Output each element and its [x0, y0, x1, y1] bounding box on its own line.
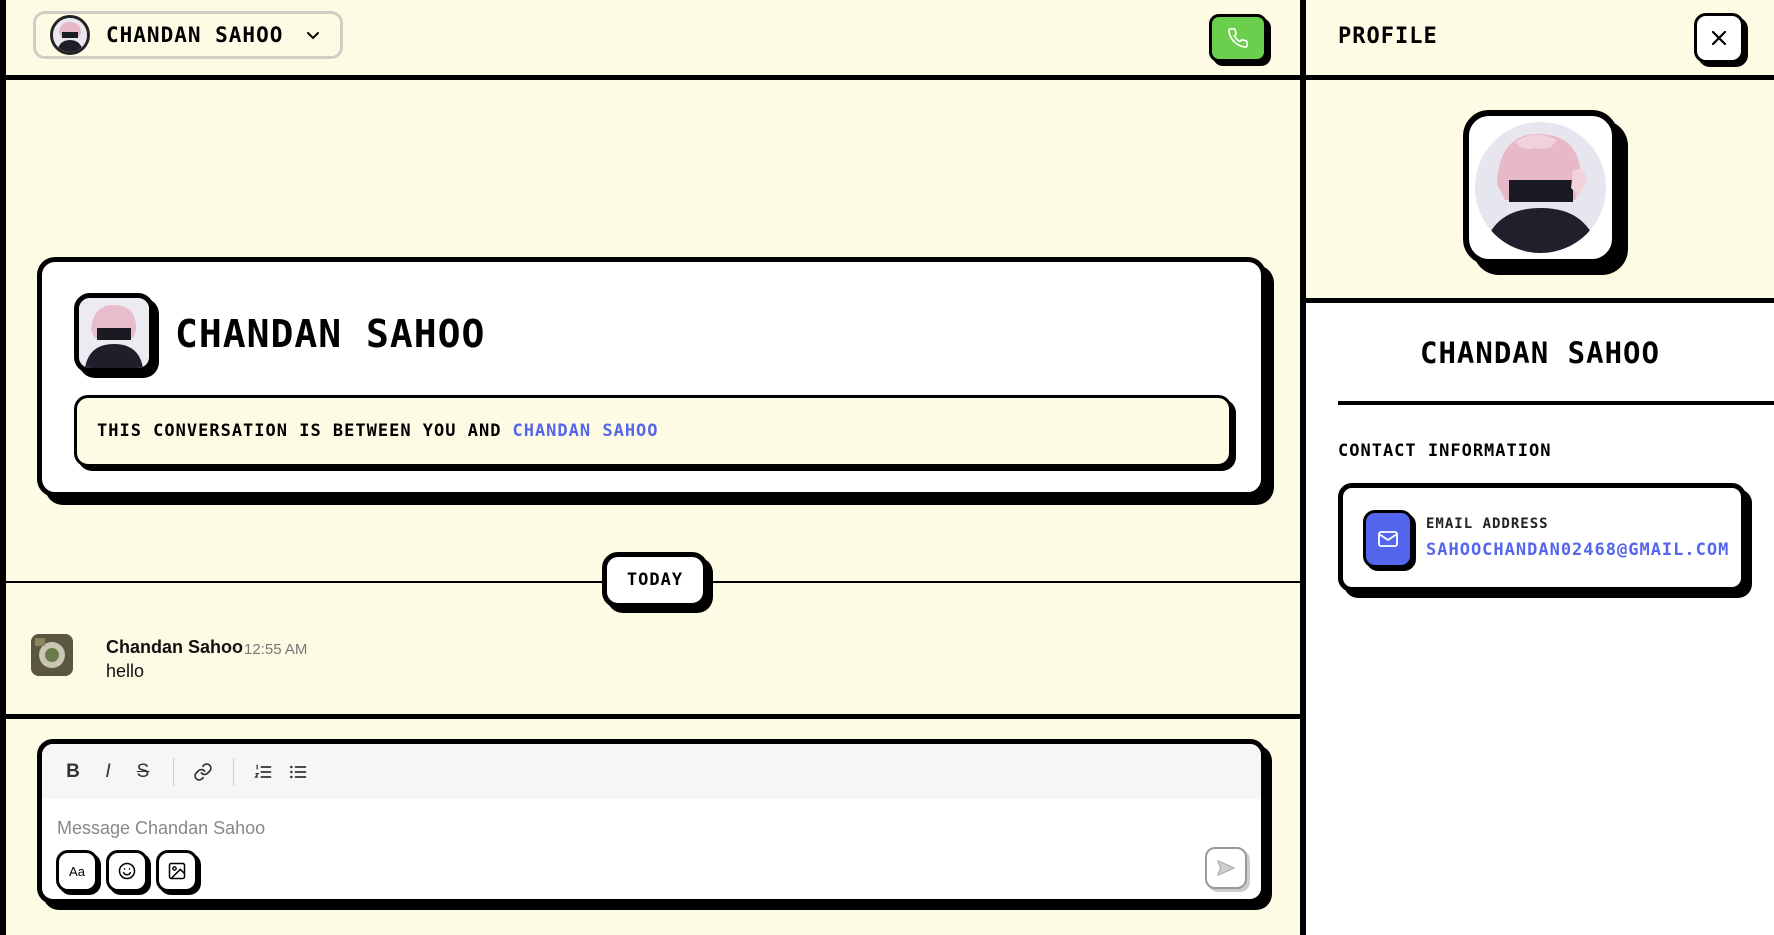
email-contact-card: EMAIL ADDRESS SAHOOCHANDAN02468@GMAIL.CO…: [1338, 483, 1746, 592]
chat-panel: CHANDAN SAHOO CHANDAN SAHOO THIS CONVERS…: [0, 0, 1306, 935]
call-button[interactable]: [1209, 14, 1267, 62]
image-upload-button[interactable]: [156, 850, 198, 892]
email-label: EMAIL ADDRESS: [1426, 516, 1549, 532]
link-icon: [194, 762, 212, 781]
intro-user-link[interactable]: CHANDAN SAHOO: [512, 421, 658, 441]
format-toggle-label: Aa: [69, 863, 85, 879]
intro-note: THIS CONVERSATION IS BETWEEN YOU AND CHA…: [74, 395, 1232, 467]
strikethrough-icon: S: [136, 760, 150, 782]
ordered-list-icon: [254, 764, 272, 778]
user-switcher[interactable]: CHANDAN SAHOO: [33, 11, 343, 59]
message-text: hello: [106, 661, 145, 681]
divider: [1338, 401, 1774, 405]
intro-name: CHANDAN SAHOO: [175, 312, 486, 356]
message-input[interactable]: [57, 814, 1237, 842]
bold-button[interactable]: B: [58, 757, 88, 787]
bullet-list-icon: [290, 765, 307, 778]
bold-icon: B: [66, 760, 80, 782]
close-icon: [1711, 30, 1727, 46]
profile-name: CHANDAN SAHOO: [1420, 336, 1660, 370]
chat-header: CHANDAN SAHOO: [6, 0, 1300, 80]
date-pill: TODAY: [602, 552, 708, 608]
profile-avatar-frame: [1463, 110, 1618, 265]
message-author[interactable]: Chandan Sahoo: [106, 637, 243, 658]
emoji-icon: [118, 862, 136, 880]
format-toolbar: B I S: [42, 744, 1261, 799]
contact-heading: CONTACT INFORMATION: [1338, 441, 1552, 461]
phone-icon: [1228, 28, 1248, 48]
send-icon: [1217, 860, 1235, 876]
bullet-list-button[interactable]: [283, 757, 313, 787]
avatar: [1475, 122, 1606, 253]
chevron-down-icon: [307, 32, 320, 40]
link-button[interactable]: [188, 757, 218, 787]
avatar[interactable]: [31, 634, 73, 676]
mail-icon-box: [1363, 510, 1413, 568]
profile-title: PROFILE: [1338, 24, 1438, 49]
intro-note-text: THIS CONVERSATION IS BETWEEN YOU AND: [97, 421, 502, 441]
toolbar-separator: [173, 757, 174, 786]
avatar: [50, 15, 90, 55]
profile-panel: PROFILE CHANDAN SAHOO CONTACT INFORMATIO…: [1306, 0, 1774, 935]
italic-icon: I: [105, 760, 111, 782]
conversation-intro-card: CHANDAN SAHOO THIS CONVERSATION IS BETWE…: [37, 257, 1266, 497]
close-button[interactable]: [1694, 13, 1744, 63]
format-toggle-button[interactable]: Aa: [56, 850, 98, 892]
message-time: 12:55 AM: [244, 641, 308, 658]
user-name: CHANDAN SAHOO: [106, 23, 284, 47]
email-link[interactable]: SAHOOCHANDAN02468@GMAIL.COM: [1426, 540, 1729, 560]
profile-header: PROFILE: [1306, 0, 1774, 80]
send-button[interactable]: [1205, 847, 1247, 889]
profile-details: CHANDAN SAHOO CONTACT INFORMATION EMAIL …: [1306, 303, 1774, 935]
toolbar-separator: [233, 757, 234, 786]
image-icon: [168, 862, 186, 880]
ordered-list-button[interactable]: [248, 757, 278, 787]
avatar: [74, 293, 154, 373]
divider: [6, 714, 1300, 719]
italic-button[interactable]: I: [93, 757, 123, 787]
mail-icon: [1378, 531, 1398, 547]
emoji-button[interactable]: [106, 850, 148, 892]
strikethrough-button[interactable]: S: [128, 757, 158, 787]
message-composer: B I S Message Chandan Sahoo Aa: [37, 739, 1266, 904]
